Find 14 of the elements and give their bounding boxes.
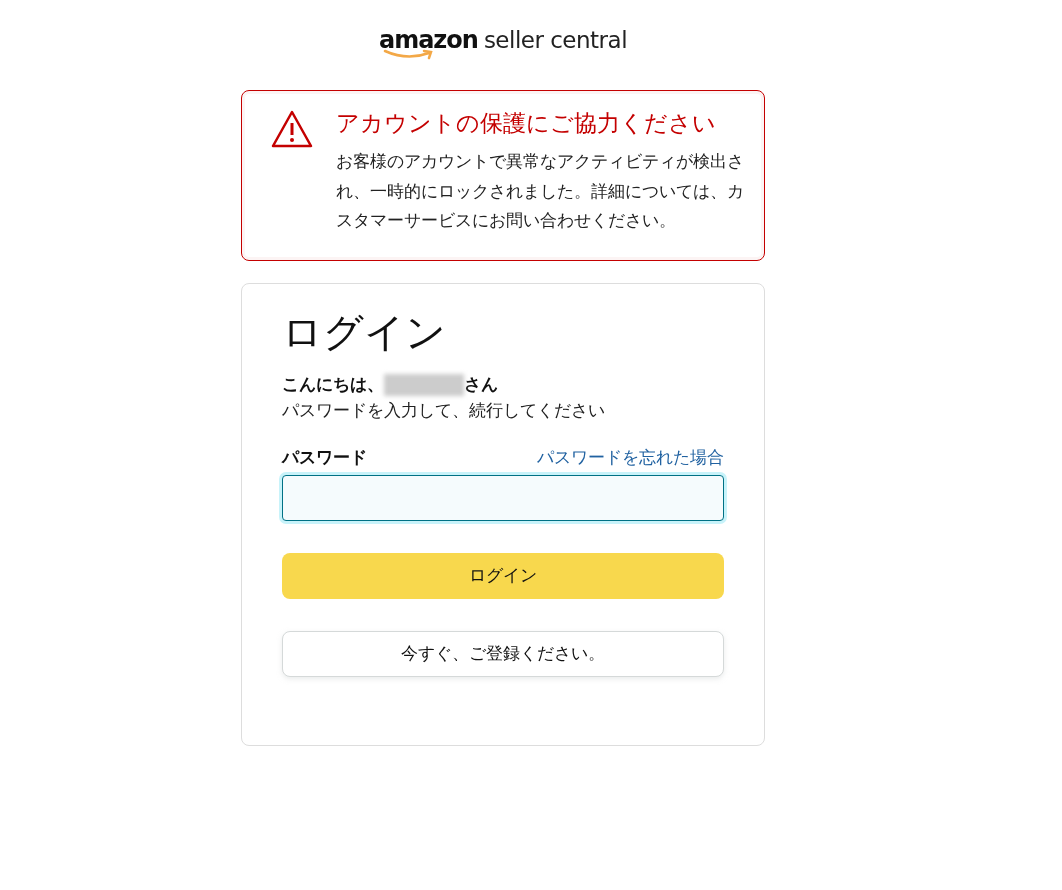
logo-wordmark: amazon (378, 28, 478, 52)
password-label: パスワード (282, 446, 367, 470)
register-button[interactable]: 今すぐ、ご登録ください。 (282, 630, 724, 677)
greeting-text: こんにちは、 (282, 373, 384, 397)
password-field[interactable] (282, 474, 724, 521)
login-heading: ログイン (282, 308, 447, 357)
alert-message: お客様のアカウントで異常なアクティビティが検出され、一時的にロックされました。詳細については、カスタマーサービスにお問い合わせください。 (336, 149, 744, 233)
greeting-suffix: さん (464, 373, 498, 397)
logo-subtitle: seller central (483, 29, 628, 52)
instruction-text: パスワードを入力して、続行してください (282, 398, 606, 422)
login-button[interactable]: ログイン (282, 552, 724, 599)
forgot-password-link[interactable]: パスワードを忘れた場合 (537, 445, 724, 471)
warning-icon (270, 109, 314, 149)
alert-title: アカウントの保護にご協力ください (336, 109, 717, 138)
